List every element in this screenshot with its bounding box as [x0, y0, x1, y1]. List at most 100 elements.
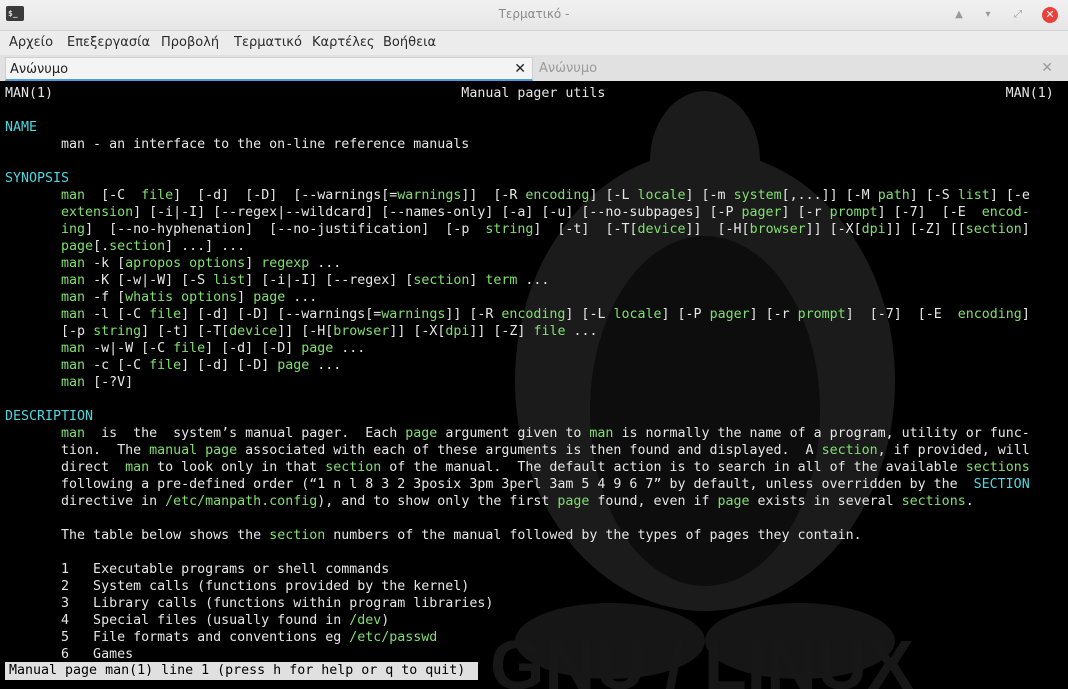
terminal-text-segment: pager: [741, 205, 782, 220]
close-tab-icon[interactable]: ✕: [514, 61, 526, 77]
terminal-text-segment: prompt: [829, 205, 878, 220]
terminal-text-segment: man: [5, 341, 86, 356]
terminal-text-segment: ]] [-Z] [[: [885, 222, 966, 237]
tab-anonymous-2[interactable]: Ανώνυμο ✕: [535, 57, 1063, 81]
terminal-line: following a pre-defined order (“1 n l 8 …: [5, 476, 1054, 493]
terminal-text-segment: locale: [613, 307, 662, 322]
window-titlebar[interactable]: $_ Τερματικό - ▲ ▾ ⤢ ✕: [0, 0, 1068, 31]
terminal-line: 6 Games: [5, 646, 1054, 663]
tab-anonymous-1[interactable]: Ανώνυμο ✕: [5, 57, 533, 81]
terminal-text-segment: encoding: [957, 307, 1022, 322]
terminal-text-segment: [-p: [5, 324, 94, 339]
terminal-text-segment: ] [-d] [-D]: [205, 341, 302, 356]
menu-terminal[interactable]: Τερματικό: [234, 35, 302, 50]
pager-status-line: Manual page man(1) line 1 (press h for h…: [5, 662, 479, 680]
terminal-text-segment: ...: [517, 273, 550, 288]
terminal-text-segment: encod-: [981, 205, 1030, 220]
man-page-text: MAN(1) Manual pager utils MAN(1) NAME ma…: [5, 85, 1054, 663]
terminal-line: 1 Executable programs or shell commands: [5, 561, 1054, 578]
terminal-text-segment: ]] [-R: [461, 188, 526, 203]
terminal-text-segment: .: [965, 494, 974, 509]
terminal-line: direct man to look only in that section …: [5, 459, 1054, 476]
terminal-text-segment: /dev: [349, 613, 382, 628]
terminal-text-segment: to look only in that: [149, 460, 326, 475]
terminal-text-segment: ]] [-Z]: [469, 324, 534, 339]
terminal-text-segment: page: [405, 426, 438, 441]
terminal-text-segment: ]] [-H[: [685, 222, 750, 237]
terminal-text-segment: man: [5, 358, 86, 373]
terminal-text-segment: ]: [1021, 222, 1030, 237]
terminal-text-segment: 5 File formats and conventions eg: [5, 630, 350, 645]
close-window-button[interactable]: ✕: [1042, 7, 1058, 23]
terminal-line: The table below shows the section number…: [5, 527, 1054, 544]
terminal-text-segment: ]] [-H[: [277, 324, 334, 339]
terminal-view[interactable]: GNU / LINUX MAN(1) Manual pager utils MA…: [0, 81, 1068, 689]
terminal-text-segment: 1 Executable programs or shell commands: [5, 562, 390, 577]
terminal-text-segment: man: [5, 375, 86, 390]
terminal-text-segment: warnings: [381, 307, 446, 322]
terminal-line: ing] [--no-hyphenation] [--no-justificat…: [5, 221, 1054, 238]
terminal-text-segment: page: [557, 494, 590, 509]
terminal-text-segment: section: [413, 273, 470, 288]
terminal-line: man -c [-C file] [-d] [-D] page ...: [5, 357, 1054, 374]
menu-help[interactable]: Βοήθεια: [383, 35, 436, 50]
terminal-text-segment: numbers of the manual followed by the ty…: [325, 528, 862, 543]
terminal-text-segment: browser: [749, 222, 806, 237]
terminal-text-segment: page: [717, 494, 750, 509]
terminal-text-segment: ] [-d] [-D] [--warnings[=: [173, 188, 398, 203]
terminal-text-segment: encoding: [501, 307, 566, 322]
terminal-text-segment: encoding: [525, 188, 590, 203]
terminal-text-segment: ): [381, 613, 390, 628]
terminal-text-segment: man: [589, 426, 614, 441]
terminal-text-segment: -k [: [85, 256, 126, 271]
terminal-text-segment: file: [149, 307, 182, 322]
terminal-text-segment: file: [533, 324, 566, 339]
terminal-text-segment: ]] [-X[: [805, 222, 862, 237]
terminal-line: 5 File formats and conventions eg /etc/p…: [5, 629, 1054, 646]
terminal-line: man -k [apropos options] regexp ...: [5, 255, 1054, 272]
terminal-text-segment: ]: [1021, 307, 1030, 322]
terminal-text-segment: man - an interface to the on-line refere…: [5, 137, 470, 152]
terminal-text-segment: -l [-C: [85, 307, 150, 322]
terminal-text-segment: 4 Special files (usually found in: [5, 613, 350, 628]
terminal-text-segment: file: [141, 188, 174, 203]
terminal-text-segment: device: [637, 222, 686, 237]
terminal-text-segment: section: [821, 443, 878, 458]
terminal-text-segment: pager: [709, 307, 750, 322]
terminal-text-segment: manual page: [149, 443, 238, 458]
minimize-button[interactable]: ▾: [978, 5, 998, 25]
terminal-text-segment: extension: [5, 205, 134, 220]
terminal-text-segment: string: [485, 222, 534, 237]
terminal-text-segment: path: [877, 188, 910, 203]
menu-file[interactable]: Αρχείο: [9, 35, 53, 50]
terminal-text-segment: warnings: [397, 188, 462, 203]
menu-edit[interactable]: Επεξεργασία: [67, 35, 150, 50]
text-cursor: [467, 662, 475, 678]
terminal-text-segment: system: [733, 188, 782, 203]
terminal-line: DESCRIPTION: [5, 408, 1054, 425]
terminal-text-segment: ] [-i|-I] [--regex] [: [245, 273, 414, 288]
terminal-text-segment: prompt: [797, 307, 846, 322]
maximize-button[interactable]: ⤢: [1008, 5, 1028, 25]
terminal-text-segment: ]] [-R: [445, 307, 502, 322]
terminal-text-segment: ), and to show only the first: [317, 494, 558, 509]
terminal-text-segment: exists in several: [749, 494, 902, 509]
terminal-line: man [-?V]: [5, 374, 1054, 391]
menu-tabs[interactable]: Καρτέλες: [312, 35, 375, 50]
terminal-text-segment: following a pre-defined order (“1 n l 8 …: [5, 477, 974, 492]
terminal-text-segment: device: [229, 324, 278, 339]
terminal-text-segment: section: [965, 222, 1022, 237]
terminal-text-segment: string: [93, 324, 142, 339]
terminal-text-segment: MAN(1) Manual pager utils MAN(1): [5, 86, 1054, 101]
terminal-text-segment: direct: [5, 460, 126, 475]
terminal-text-segment: dpi: [445, 324, 470, 339]
menu-view[interactable]: Προβολή: [161, 35, 219, 50]
terminal-text-segment: [-C: [85, 188, 142, 203]
close-tab-icon[interactable]: ✕: [1041, 60, 1053, 76]
keep-above-icon[interactable]: ▲: [949, 5, 969, 25]
terminal-text-segment: /etc/passwd: [349, 630, 438, 645]
terminal-text-segment: is normally the name of a program, utili…: [613, 426, 1030, 441]
